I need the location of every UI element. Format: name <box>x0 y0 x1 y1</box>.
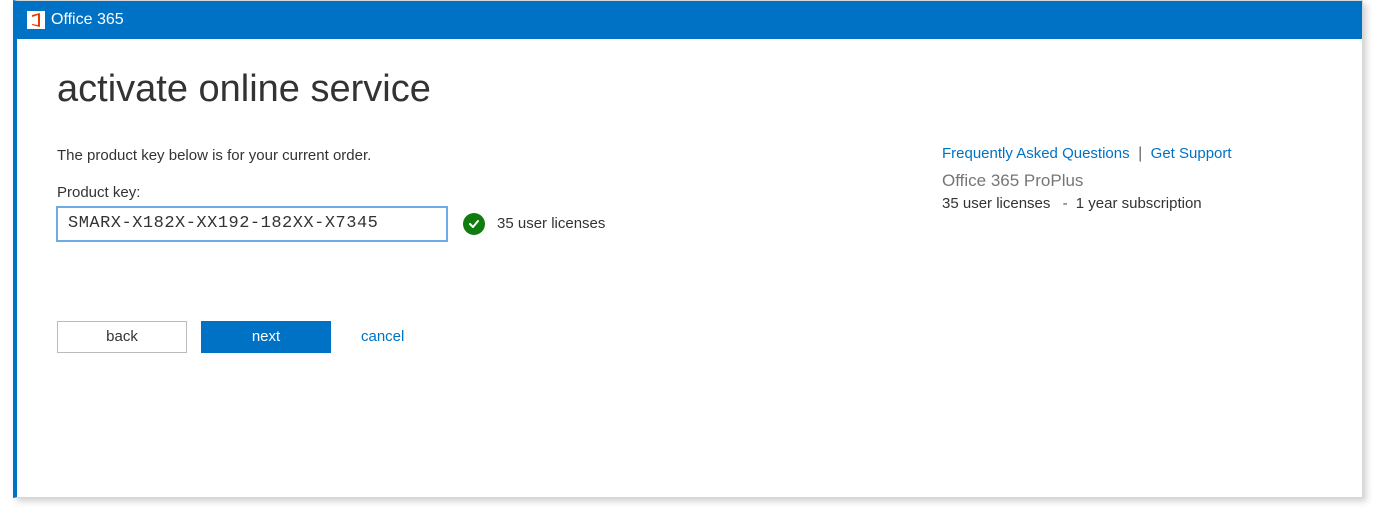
checkmark-icon <box>463 213 485 235</box>
detail-separator: - <box>1063 195 1068 212</box>
next-button[interactable]: next <box>201 321 331 353</box>
subscription-term: 1 year subscription <box>1076 195 1202 212</box>
get-support-link[interactable]: Get Support <box>1151 145 1232 162</box>
product-key-input[interactable] <box>57 207 447 241</box>
faq-link[interactable]: Frequently Asked Questions <box>942 145 1130 162</box>
office-logo-icon <box>27 11 45 29</box>
button-row: back next cancel <box>57 321 942 353</box>
main-column: activate online service The product key … <box>57 69 942 353</box>
help-links: Frequently Asked Questions | Get Support <box>942 145 1322 163</box>
back-button[interactable]: back <box>57 321 187 353</box>
sidebar-column: Frequently Asked Questions | Get Support… <box>942 69 1322 353</box>
product-key-label: Product key: <box>57 184 942 201</box>
license-count-text: 35 user licenses <box>497 215 605 232</box>
product-key-row: 35 user licenses <box>57 207 942 241</box>
activation-page: Office 365 activate online service The p… <box>13 0 1363 498</box>
product-name: Office 365 ProPlus <box>942 171 1322 191</box>
intro-text: The product key below is for your curren… <box>57 147 942 164</box>
content-row: activate online service The product key … <box>17 39 1362 393</box>
license-count-detail: 35 user licenses <box>942 195 1050 212</box>
page-title: activate online service <box>57 69 942 111</box>
header-bar: Office 365 <box>17 1 1362 39</box>
link-separator: | <box>1138 145 1142 162</box>
brand-name: Office 365 <box>51 11 124 29</box>
license-detail-line: 35 user licenses - 1 year subscription <box>942 195 1322 212</box>
cancel-link[interactable]: cancel <box>361 328 404 345</box>
